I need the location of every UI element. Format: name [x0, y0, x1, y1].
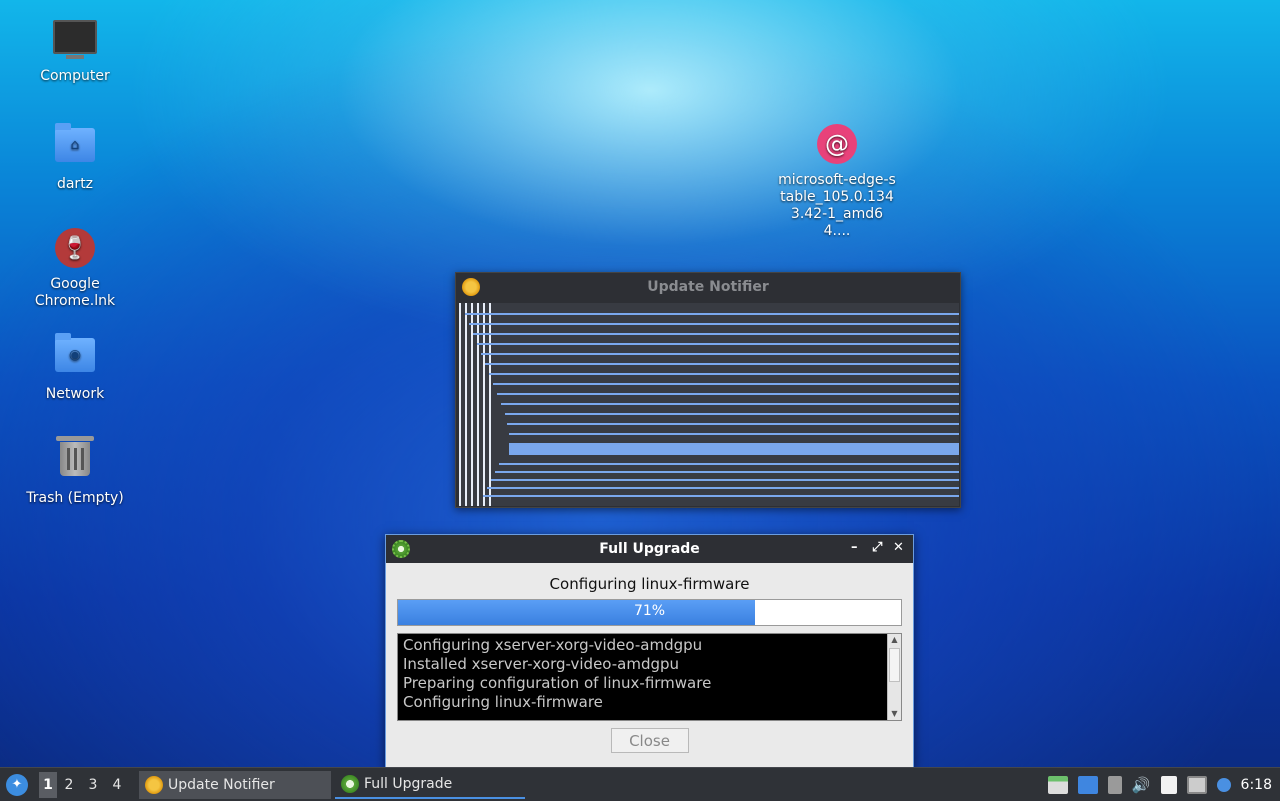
full-upgrade-window[interactable]: Full Upgrade – ⤢ ✕ Configuring linux-fir…	[385, 534, 914, 768]
log-scrollbar[interactable]: ▲ ▼	[887, 634, 901, 720]
trash-icon	[53, 436, 97, 486]
volume-icon[interactable]: 🔊	[1132, 776, 1151, 794]
desktop-icon-google-chrome[interactable]: 🍷 Google Chrome.lnk	[20, 226, 130, 310]
full-upgrade-titlebar[interactable]: Full Upgrade – ⤢ ✕	[386, 535, 913, 563]
desktop-icon-edge-package[interactable]: @ microsoft-edge-stable_105.0.1343.42-1_…	[778, 122, 896, 240]
scrollbar-thumb[interactable]	[889, 648, 900, 682]
log-line: Preparing configuration of linux-firmwar…	[403, 674, 712, 692]
desktop-icon-label: microsoft-edge-stable_105.0.1343.42-1_am…	[778, 172, 896, 239]
desktop-icon-trash[interactable]: Trash (Empty)	[20, 436, 130, 507]
desktop-icon-label: Google Chrome.lnk	[34, 276, 116, 309]
workspace-3[interactable]: 3	[81, 772, 105, 798]
desktop-icon-network[interactable]: ◉ Network	[20, 332, 130, 403]
clipboard-manager-icon[interactable]	[1047, 775, 1068, 794]
computer-icon	[53, 20, 97, 64]
update-alert-icon[interactable]	[1216, 777, 1231, 792]
log-line: Configuring linux-firmware	[403, 693, 603, 711]
update-notifier-icon	[462, 278, 480, 296]
window-redraw-artifacts	[459, 303, 959, 506]
scroll-up-icon[interactable]: ▲	[888, 634, 901, 646]
scroll-down-icon[interactable]: ▼	[888, 708, 901, 720]
window-title: Update Notifier	[647, 279, 769, 295]
update-notifier-window[interactable]: Update Notifier	[455, 272, 961, 508]
maximize-button[interactable]: ⤢	[872, 540, 882, 555]
workspace-2[interactable]: 2	[57, 772, 81, 798]
close-window-button[interactable]: ✕	[893, 540, 904, 555]
eject-icon[interactable]	[1107, 775, 1122, 794]
progress-bar: 71%	[397, 599, 902, 626]
desktop-icon-home-folder[interactable]: ⌂ dartz	[20, 122, 130, 193]
debian-package-icon: @	[815, 124, 859, 168]
update-notifier-icon	[145, 775, 163, 794]
progress-label: 71%	[633, 603, 666, 619]
upgrade-body: Configuring linux-firmware 71% Configuri…	[386, 563, 913, 753]
desktop-switch-icon[interactable]	[1077, 775, 1098, 794]
task-full-upgrade[interactable]: Full Upgrade	[335, 771, 525, 799]
desktop-icon-label: dartz	[56, 176, 94, 192]
clock[interactable]: 6:18	[1241, 777, 1272, 793]
network-folder-icon: ◉	[53, 333, 97, 382]
update-notifier-titlebar[interactable]: Update Notifier	[456, 273, 960, 301]
log-line: Installed xserver-xorg-video-amdgpu	[403, 655, 680, 673]
log-output[interactable]: Configuring xserver-xorg-video-amdgpu In…	[397, 633, 902, 721]
notes-icon[interactable]	[1160, 775, 1177, 794]
desktop-icon-label: Computer	[40, 68, 110, 84]
start-menu-icon[interactable]: ✦	[6, 773, 28, 796]
wine-glass-icon: 🍷	[53, 228, 97, 272]
workspace-4[interactable]: 4	[105, 772, 129, 798]
network-monitor-icon[interactable]	[1186, 775, 1207, 794]
minimize-button[interactable]: –	[851, 540, 858, 555]
task-update-notifier[interactable]: Update Notifier	[139, 770, 331, 799]
close-button[interactable]: Close	[610, 728, 689, 753]
system-tray: 🔊 6:18	[1047, 775, 1280, 794]
status-text: Configuring linux-firmware	[549, 575, 750, 593]
task-label: Full Upgrade	[364, 775, 453, 792]
task-label: Update Notifier	[168, 776, 275, 793]
desktop-icon-label: Network	[45, 386, 105, 402]
desktop-icon-label: Trash (Empty)	[26, 490, 124, 506]
home-folder-icon: ⌂	[53, 123, 97, 172]
taskbar: ✦ 1 2 3 4 Update Notifier Full Upgrade 🔊…	[0, 767, 1280, 801]
log-line: Configuring xserver-xorg-video-amdgpu	[403, 636, 703, 654]
log-lines: Configuring xserver-xorg-video-amdgpu In…	[398, 634, 901, 712]
gear-icon	[341, 774, 359, 793]
desktop-icon-computer[interactable]: Computer	[20, 16, 130, 85]
window-title: Full Upgrade	[599, 541, 700, 557]
workspace-1[interactable]: 1	[39, 771, 57, 798]
